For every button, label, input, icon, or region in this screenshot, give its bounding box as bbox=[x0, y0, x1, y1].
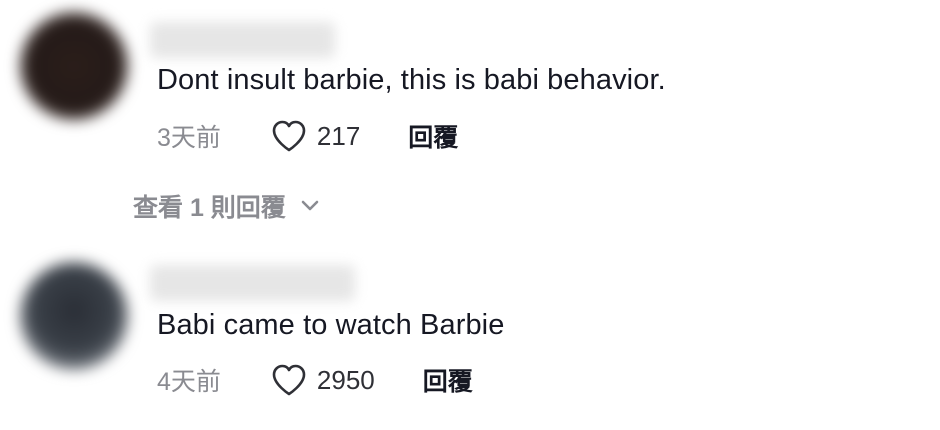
chevron-down-icon bbox=[301, 200, 319, 211]
comment-meta: 4天前 2950 回覆 bbox=[157, 360, 473, 400]
view-replies-label: 查看 1 則回覆 bbox=[133, 194, 286, 222]
username-blurred[interactable] bbox=[150, 265, 355, 301]
comment-timestamp: 3天前 bbox=[157, 124, 221, 152]
comment-text: Babi came to watch Barbie bbox=[157, 309, 505, 341]
heart-outline-icon bbox=[272, 120, 306, 152]
like-button[interactable]: 2950 bbox=[271, 363, 375, 397]
comment-list: Dont insult barbie, this is babi behavio… bbox=[0, 0, 940, 430]
reply-button[interactable]: 回覆 bbox=[408, 118, 458, 154]
like-count: 2950 bbox=[316, 364, 375, 395]
comment-text: Dont insult barbie, this is babi behavio… bbox=[157, 64, 666, 96]
avatar[interactable] bbox=[20, 262, 128, 370]
reply-button[interactable]: 回覆 bbox=[423, 362, 473, 398]
view-replies-button[interactable]: 查看 1 則回覆 bbox=[133, 186, 320, 226]
username-blurred[interactable] bbox=[150, 22, 335, 58]
like-count: 217 bbox=[316, 120, 361, 151]
comment-timestamp: 4天前 bbox=[157, 368, 221, 396]
comment-meta: 3天前 217 回覆 bbox=[157, 116, 458, 156]
avatar[interactable] bbox=[20, 12, 128, 120]
heart-outline-icon bbox=[272, 364, 306, 396]
like-button[interactable]: 217 bbox=[271, 119, 360, 153]
